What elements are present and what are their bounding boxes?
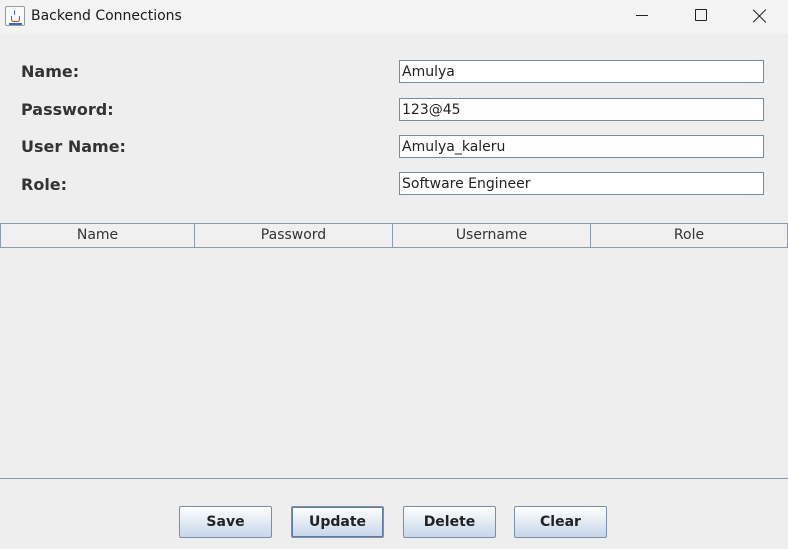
role-label: Role: [21,175,68,194]
column-header-password[interactable]: Password [194,224,392,247]
close-button[interactable] [737,0,783,32]
role-field[interactable] [399,172,764,195]
username-field[interactable] [399,135,764,158]
table-header: Name Password Username Role [0,223,788,248]
title-bar: Backend Connections [0,0,788,34]
column-header-role[interactable]: Role [590,224,788,247]
name-label: Name: [21,62,80,81]
save-button[interactable]: Save [179,506,272,538]
password-field[interactable] [399,98,764,121]
window-title: Backend Connections [31,8,182,24]
maximize-button[interactable] [678,0,724,32]
table-body[interactable] [0,248,788,479]
password-label: Password: [21,100,114,119]
update-button[interactable]: Update [291,506,384,538]
name-field[interactable] [399,60,764,83]
username-label: User Name: [21,137,126,156]
minimize-icon [636,15,648,17]
maximize-icon [695,9,707,21]
minimize-button[interactable] [619,0,665,32]
java-app-icon [5,6,25,26]
clear-button[interactable]: Clear [514,506,607,538]
column-header-name[interactable]: Name [0,224,194,247]
column-header-username[interactable]: Username [392,224,590,247]
delete-button[interactable]: Delete [403,506,496,538]
close-icon [752,8,768,24]
